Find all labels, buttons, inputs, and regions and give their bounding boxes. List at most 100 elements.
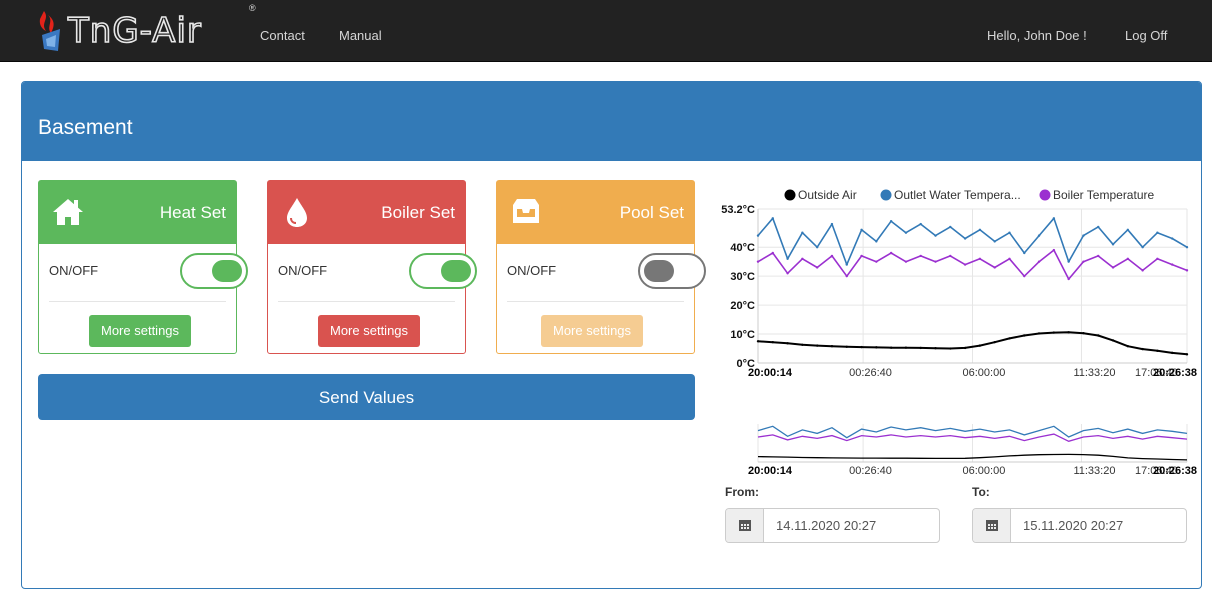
data-point (1037, 332, 1041, 335)
data-point (1052, 217, 1056, 220)
data-point (1008, 257, 1011, 260)
panel-heading: Basement (22, 82, 1201, 161)
data-point (934, 347, 937, 350)
data-point (1008, 231, 1011, 234)
calendar-addon[interactable] (726, 509, 764, 542)
data-point (949, 347, 952, 350)
data-point (815, 246, 819, 249)
data-point (845, 345, 848, 348)
data-point (993, 340, 996, 344)
legend-label: Outside Air (798, 188, 857, 202)
boiler-more-settings-button[interactable]: More settings (318, 315, 421, 347)
data-point (904, 260, 908, 263)
data-point (963, 237, 967, 240)
from-date-value: 14.11.2020 20:27 (776, 518, 877, 533)
data-point (815, 266, 819, 269)
x-tick-label: 00:26:40 (849, 465, 892, 477)
pool-set-card: Pool Set ON/OFF More settings (496, 180, 706, 354)
data-point (1067, 277, 1070, 281)
to-date-picker[interactable]: 15.11.2020 20:27 (972, 508, 1187, 543)
send-values-button[interactable]: Send Values (38, 374, 695, 420)
data-point (801, 343, 804, 346)
data-point (889, 251, 893, 255)
data-point (949, 254, 952, 258)
data-point (786, 257, 789, 260)
calendar-addon[interactable] (973, 509, 1011, 542)
data-point (1156, 231, 1159, 234)
pool-toggle-switch[interactable] (638, 253, 706, 289)
heat-more-settings-button[interactable]: More settings (89, 315, 192, 347)
panel-title: Basement (38, 116, 133, 139)
data-point (756, 340, 760, 343)
pool-more-settings-button[interactable]: More settings (541, 315, 644, 347)
data-point (830, 254, 834, 258)
x-tick-label: 06:00:00 (963, 367, 1006, 379)
data-point (875, 240, 878, 243)
navbar: TnG-Air ® Contact Manual Hello, John Doe… (0, 0, 1212, 62)
x-tick-label: 20:26:38 (1153, 367, 1197, 379)
data-point (801, 257, 804, 260)
data-point (919, 222, 922, 226)
data-point (978, 228, 982, 232)
data-point (1052, 331, 1056, 334)
data-point (786, 342, 789, 345)
data-point (1126, 228, 1130, 232)
data-point (860, 345, 863, 349)
inbox-icon (513, 199, 539, 223)
data-point (889, 219, 893, 223)
legend-marker (784, 189, 796, 201)
data-point (875, 346, 878, 349)
data-point (1097, 225, 1100, 229)
toggle-knob (644, 260, 674, 282)
legend-marker (880, 189, 892, 201)
data-point (934, 260, 937, 263)
data-point (830, 222, 834, 226)
data-point (1111, 339, 1115, 342)
data-point (1023, 251, 1026, 255)
user-greeting[interactable]: Hello, John Doe ! (987, 28, 1087, 43)
data-point (1067, 331, 1070, 334)
data-point (1037, 234, 1041, 237)
boiler-set-card: Boiler Set ON/OFF More settings (267, 180, 477, 354)
nav-link-contact[interactable]: Contact (260, 28, 305, 43)
heat-toggle-switch[interactable] (180, 253, 248, 289)
data-point (1126, 345, 1130, 348)
toggle-knob (441, 260, 471, 282)
card-header: Pool Set (497, 181, 694, 244)
data-point (904, 346, 908, 349)
registered-mark: ® (249, 3, 256, 13)
data-point (963, 346, 967, 350)
divider (278, 301, 455, 302)
data-point (875, 260, 878, 263)
from-date-picker[interactable]: 14.11.2020 20:27 (725, 508, 940, 543)
data-point (756, 234, 760, 237)
data-point (1171, 351, 1174, 355)
x-tick-label: 20:26:38 (1153, 465, 1197, 477)
room-panel: Basement Heat Set ON/OFF More settings B… (21, 81, 1202, 589)
nav-link-manual[interactable]: Manual (339, 28, 382, 43)
to-label: To: (972, 485, 990, 499)
data-point (949, 225, 952, 229)
data-point (1156, 349, 1159, 353)
boiler-toggle-switch[interactable] (409, 253, 477, 289)
logoff-link[interactable]: Log Off (1125, 28, 1167, 43)
data-point (1171, 237, 1174, 240)
data-point (1023, 274, 1026, 278)
divider (49, 301, 226, 302)
data-point (904, 231, 908, 234)
heat-set-card: Heat Set ON/OFF More settings (38, 180, 248, 354)
data-point (771, 217, 774, 220)
data-point (1171, 263, 1174, 266)
navigator-chart[interactable]: 20:00:14 00:26:40 06:00:00 11:33:20 17:06:40… (702, 422, 1197, 482)
brand-logo[interactable]: TnG-Air (36, 9, 202, 53)
x-tick-label: 06:00:00 (963, 465, 1006, 477)
data-point (1082, 331, 1085, 335)
data-point (963, 263, 967, 266)
y-tick-label: 53.2°C (721, 204, 755, 216)
data-point (1111, 243, 1115, 246)
to-date-value: 15.11.2020 20:27 (1023, 518, 1124, 533)
x-tick-label: 11:33:20 (1073, 367, 1115, 379)
data-point (756, 260, 760, 263)
card-title: Heat Set (159, 203, 226, 222)
card-title: Boiler Set (381, 203, 455, 222)
